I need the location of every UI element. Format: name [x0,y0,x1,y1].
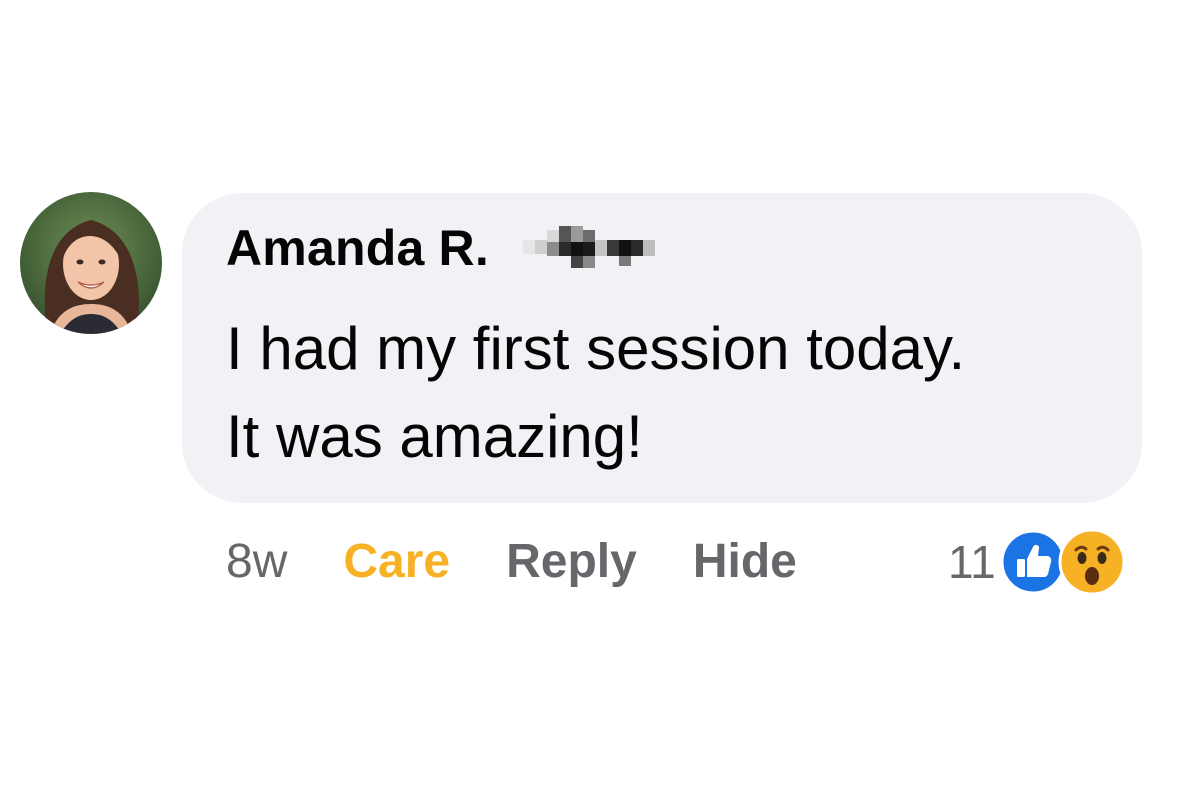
care-reaction-button[interactable]: Care [343,538,450,586]
reaction-count: 11 [948,536,996,588]
avatar[interactable] [20,192,162,334]
reply-button[interactable]: Reply [506,538,637,586]
comment-header: Amanda R. [226,223,655,273]
wow-icon [1058,528,1126,596]
redacted-badge-icon [522,226,655,268]
hide-button[interactable]: Hide [693,538,797,586]
comment-line: It was amazing! [226,403,643,470]
comment-thread: Amanda R. I had my first session today. … [0,0,1200,800]
comment-line: I had my first session today. [226,315,966,382]
comment-actions: 8w Care Reply Hide [226,532,797,592]
timestamp-link[interactable]: 8w [226,538,287,586]
comment-text: I had my first session today. It was ama… [226,305,1126,481]
comment-bubble: Amanda R. I had my first session today. … [182,193,1142,503]
like-icon [1000,529,1066,595]
author-name[interactable]: Amanda R. [226,223,489,273]
reactions-summary[interactable]: 11 [948,528,1126,596]
profile-photo-icon [20,192,162,334]
